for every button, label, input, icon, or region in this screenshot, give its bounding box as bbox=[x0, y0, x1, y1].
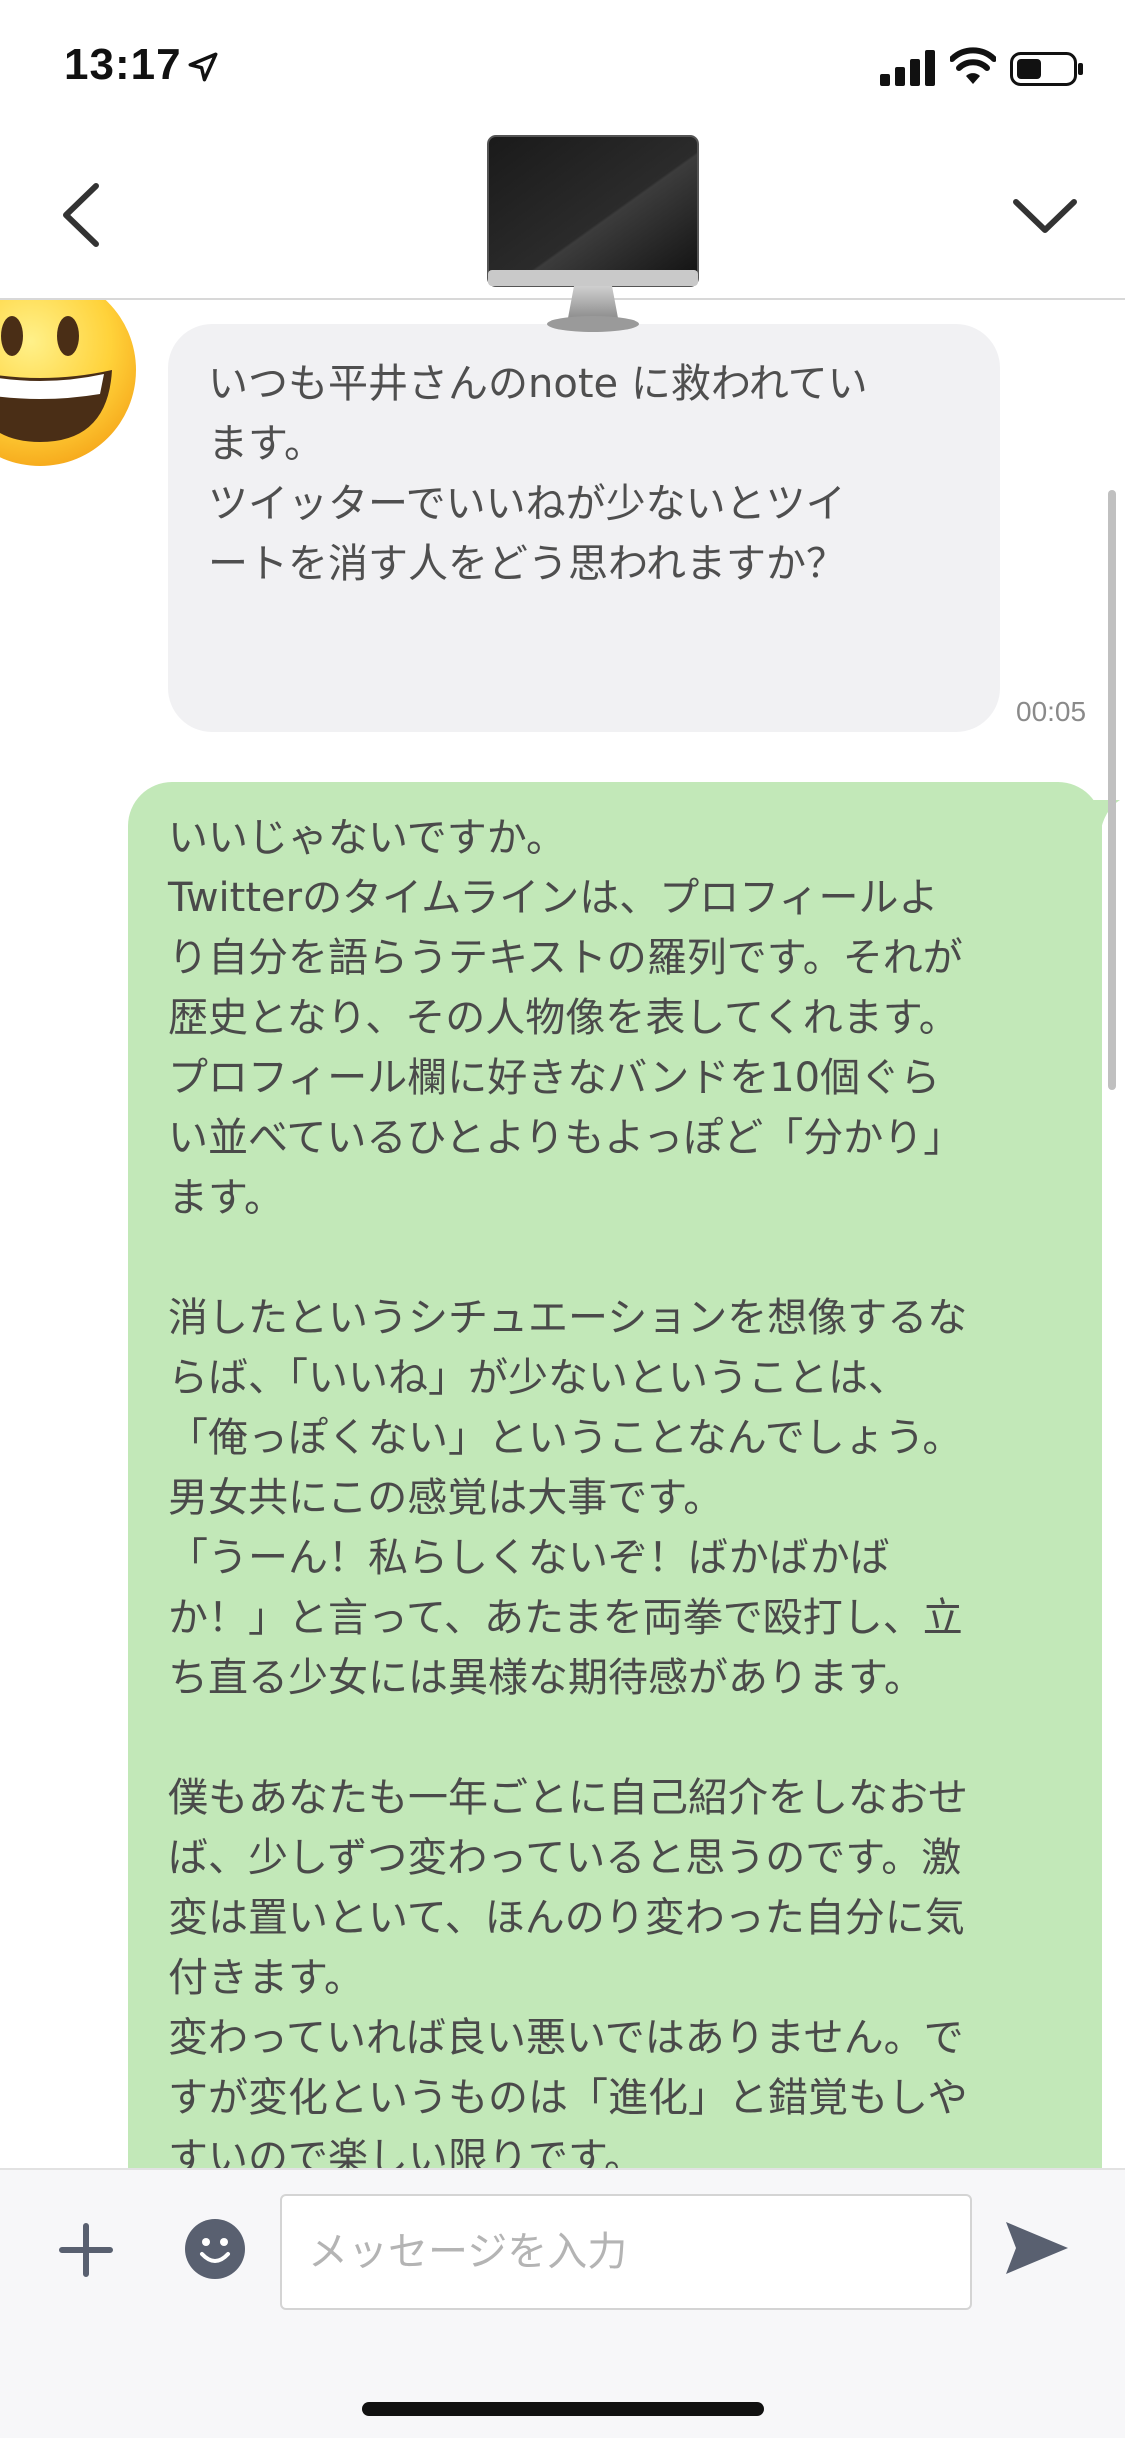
chevron-left-icon[interactable] bbox=[56, 180, 106, 250]
message-input[interactable] bbox=[280, 2194, 972, 2310]
wifi-icon bbox=[950, 47, 996, 84]
plus-icon[interactable] bbox=[56, 2220, 116, 2280]
home-indicator[interactable] bbox=[362, 2402, 764, 2416]
status-bar: 13:17 bbox=[0, 0, 1125, 140]
message-timestamp: 00:05 bbox=[1016, 696, 1087, 727]
battery-icon bbox=[1010, 52, 1083, 86]
cellular-signal-icon bbox=[880, 50, 935, 86]
incoming-message-bubble[interactable]: いつも平井さんのnote に救われてい ます。 ツイッターでいいねが少ないとツイ… bbox=[168, 324, 1000, 732]
incoming-message-text: いつも平井さんのnote に救われてい ます。 ツイッターでいいねが少ないとツイ… bbox=[208, 361, 868, 587]
outgoing-message-bubble[interactable]: いいじゃないですか。 Twitterのタイムラインは、プロフィールよ り自分を語… bbox=[128, 782, 1102, 2168]
message-input-bar bbox=[0, 2168, 1125, 2438]
scrollbar[interactable] bbox=[1108, 490, 1116, 1090]
send-arrow-icon[interactable] bbox=[1002, 2216, 1072, 2280]
chevron-down-icon[interactable] bbox=[1010, 190, 1080, 240]
status-time: 13:17 bbox=[64, 40, 182, 89]
grinning-face-emoji[interactable] bbox=[0, 300, 140, 470]
desktop-computer-icon[interactable] bbox=[486, 134, 700, 334]
location-arrow-icon bbox=[188, 52, 218, 82]
outgoing-message-text: いいじゃないですか。 Twitterのタイムラインは、プロフィールよ り自分を語… bbox=[168, 815, 968, 2168]
smiley-face-icon[interactable] bbox=[184, 2218, 246, 2280]
chat-scroll-area[interactable]: いつも平井さんのnote に救われてい ます。 ツイッターでいいねが少ないとツイ… bbox=[0, 300, 1125, 2168]
